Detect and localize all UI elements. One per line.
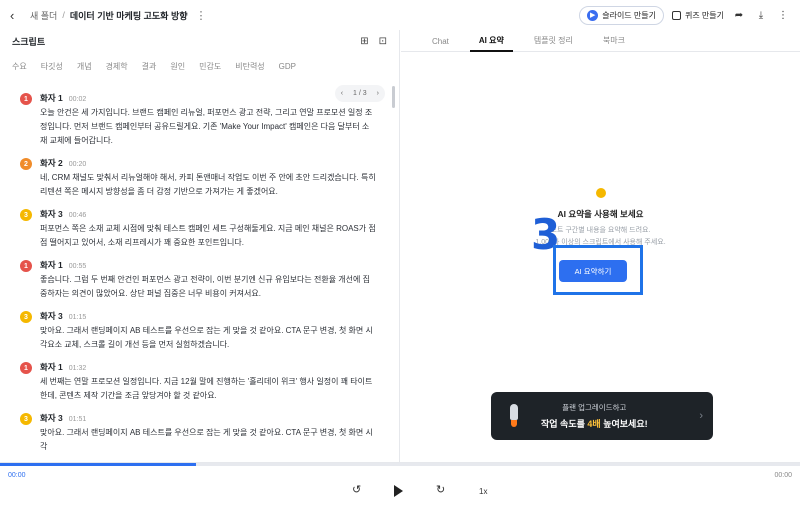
speaker-name: 화자 3 <box>40 311 63 321</box>
speaker-badge: 1 <box>20 260 32 272</box>
keyword-chip[interactable]: 원인 <box>170 61 185 72</box>
keyword-chip[interactable]: 타깃성 <box>41 61 63 72</box>
breadcrumb-folder[interactable]: 새 폴더 <box>30 9 57 22</box>
keyword-chip[interactable]: 민감도 <box>199 61 221 72</box>
lightbulb-icon <box>595 188 606 198</box>
ai-title: AI 요약을 사용해 보세요 <box>557 209 644 219</box>
back-arrow-icon[interactable]: ‹ <box>10 8 24 23</box>
transcript-list: 1 화자 1 00:02 오늘 안건은 세 가지입니다. 브랜드 캠페인 리뉴얼, 퍼… <box>0 92 394 463</box>
transcript-turn[interactable]: 1 화자 1 00:55 좋습니다. 그럼 두 번째 안건인 퍼포먼스 광고 전략이,… <box>0 259 394 301</box>
speaker-name: 화자 1 <box>40 362 63 372</box>
transcript-text: 맞아요. 그래서 랜딩페이지 AB 테스트를 우선으로 잡는 게 맞을 것 같아… <box>40 326 373 349</box>
keyword-chip[interactable]: 비탄력성 <box>235 61 264 72</box>
transcript-turn[interactable]: 3 화자 3 01:15 맞아요. 그래서 랜딩페이지 AB 테스트를 우선으로 잡는… <box>0 310 394 352</box>
speaker-badge: 3 <box>20 311 32 323</box>
upgrade-banner[interactable]: 플랜 업그레이드하고 작업 속도를 4배 높여보세요! › <box>491 392 713 440</box>
panel-tabs: Chat AI 요약 템플릿 정리 북마크 <box>401 30 800 52</box>
panel-tab[interactable]: AI 요약 <box>464 35 519 52</box>
page-title: 데이터 기반 마케팅 고도화 방향 <box>69 10 188 21</box>
speaker-badge: 1 <box>20 93 32 105</box>
keyword-chip[interactable]: 경제학 <box>106 61 128 72</box>
rewind-icon[interactable]: ↺ <box>352 483 361 496</box>
timestamp[interactable]: 00:20 <box>69 161 87 168</box>
rocket-icon <box>505 404 523 428</box>
transcript-text: 맞아요. 그래서 랜딩페이지 AB 테스트를 우선으로 잡는 게 맞을 것 같아… <box>40 428 373 451</box>
transcript-turn[interactable]: 3 화자 3 00:46 퍼포먼스 쪽은 소재 교체 시점에 맞춰 테스트 캠페인 세… <box>0 208 394 250</box>
speaker-badge: 2 <box>20 158 32 170</box>
ai-empty-state: AI 요약을 사용해 보세요 노트 구간별 내용을 요약해 드려요. 1,000… <box>401 188 800 249</box>
audio-player: 00:00 00:00 ↺ ↻ 1x <box>0 462 800 512</box>
upgrade-post: 높여보세요! <box>600 419 648 429</box>
keyword-chip[interactable]: 결과 <box>142 61 157 72</box>
panel-tab[interactable]: 북마크 <box>588 35 640 51</box>
keyword-list: 수요 타깃성 개념 경제학 결과 원인 민감도 비탄력성 GDP <box>0 52 399 80</box>
speaker-badge: 3 <box>20 413 32 425</box>
speaker-name: 화자 1 <box>40 260 63 270</box>
side-panel: Chat AI 요약 템플릿 정리 북마크 AI 요약을 사용해 보세요 노트 구간별… <box>401 30 800 462</box>
bookmark-add-icon[interactable]: ⊞ <box>360 36 368 47</box>
total-time: 00:00 <box>774 472 792 479</box>
transcript-text: 좋습니다. 그럼 두 번째 안건인 퍼포먼스 광고 전략이, 이번 분기엔 신규… <box>40 275 370 298</box>
script-panel: 스크립트 ⊞ ⊡ 수요 타깃성 개념 경제학 결과 원인 민감도 비탄력성 GDP ‹ 1 / … <box>0 30 400 462</box>
current-time: 00:00 <box>8 472 26 479</box>
download-icon[interactable]: ⤓ <box>754 10 768 21</box>
keyword-chip[interactable]: 개념 <box>77 61 92 72</box>
chevron-right-icon: › <box>699 410 703 422</box>
script-title: 스크립트 <box>12 36 46 47</box>
more-vertical-icon[interactable]: ⋮ <box>196 9 207 22</box>
transcript-turn[interactable]: 3 화자 3 01:51 맞아요. 그래서 랜딩페이지 AB 테스트를 우선으로 잡는… <box>0 412 394 454</box>
timestamp[interactable]: 00:55 <box>69 263 87 270</box>
transcript-text: 네, CRM 채널도 맞춰서 리뉴얼해야 해서, 카피 톤앤매너 작업도 이번 … <box>40 173 376 196</box>
keyword-chip[interactable]: 수요 <box>12 61 27 72</box>
speaker-badge: 1 <box>20 362 32 374</box>
more-icon[interactable]: ⋮ <box>776 10 790 21</box>
export-icon[interactable]: ⊡ <box>379 36 387 47</box>
make-slides-button[interactable]: ▶ 슬라이드 만들기 <box>579 5 664 25</box>
ai-summarize-button[interactable]: AI 요약하기 <box>559 260 627 282</box>
progress-fill <box>0 463 196 466</box>
transcript-turn[interactable]: 1 화자 1 01:32 세 번째는 연말 프로모션 일정입니다. 지금 12월 말에… <box>0 361 394 403</box>
forward-icon[interactable]: ↻ <box>436 483 445 496</box>
speaker-name: 화자 3 <box>40 209 63 219</box>
timestamp[interactable]: 00:02 <box>69 96 87 103</box>
timestamp[interactable]: 01:15 <box>69 314 87 321</box>
speaker-name: 화자 1 <box>40 93 63 103</box>
upgrade-line-2: 작업 속도를 4배 높여보세요! <box>541 417 648 430</box>
speaker-name: 화자 3 <box>40 413 63 423</box>
panel-tab[interactable]: 템플릿 정리 <box>519 35 588 51</box>
transcript-text: 오늘 안건은 세 가지입니다. 브랜드 캠페인 리뉴얼, 퍼포먼스 광고 전략,… <box>40 108 373 145</box>
quiz-icon <box>671 10 681 20</box>
timestamp[interactable]: 01:51 <box>69 416 87 423</box>
panel-tab[interactable]: Chat <box>417 37 464 51</box>
make-slides-label: 슬라이드 만들기 <box>602 10 656 20</box>
timestamp[interactable]: 00:46 <box>69 212 87 219</box>
upgrade-pre: 작업 속도를 <box>541 419 588 429</box>
timestamp[interactable]: 01:32 <box>69 365 87 372</box>
progress-bar[interactable] <box>0 463 800 466</box>
upgrade-highlight: 4배 <box>587 419 601 429</box>
upgrade-line-1: 플랜 업그레이드하고 <box>562 403 627 412</box>
speed-button[interactable]: 1x <box>479 487 487 496</box>
speaker-badge: 3 <box>20 209 32 221</box>
transcript-text: 세 번째는 연말 프로모션 일정입니다. 지금 12월 말에 진행하는 '홀리데… <box>40 377 373 400</box>
transcript-turn[interactable]: 1 화자 1 00:02 오늘 안건은 세 가지입니다. 브랜드 캠페인 리뉴얼, 퍼… <box>0 92 394 148</box>
play-button[interactable] <box>394 485 403 497</box>
transcript-turn[interactable]: 2 화자 2 00:20 네, CRM 채널도 맞춰서 리뉴얼해야 해서, 카피 톤앤… <box>0 157 394 199</box>
speaker-name: 화자 2 <box>40 158 63 168</box>
keyword-chip[interactable]: GDP <box>279 62 296 71</box>
breadcrumb-separator: / <box>62 10 65 20</box>
top-bar: ‹ 새 폴더 / 데이터 기반 마케팅 고도화 방향 ⋮ ▶ 슬라이드 만들기 … <box>0 0 800 30</box>
share-icon[interactable]: ➦ <box>732 10 746 21</box>
transcript-text: 퍼포먼스 쪽은 소재 교체 시점에 맞춰 테스트 캠페인 세트 구성해둘게요. … <box>40 224 376 247</box>
slides-icon: ▶ <box>587 9 599 21</box>
make-quiz-button[interactable]: 퀴즈 만들기 <box>671 10 724 21</box>
ai-description-line-1: 노트 구간별 내용을 요약해 드려요. <box>550 227 651 234</box>
make-quiz-label: 퀴즈 만들기 <box>684 10 724 20</box>
